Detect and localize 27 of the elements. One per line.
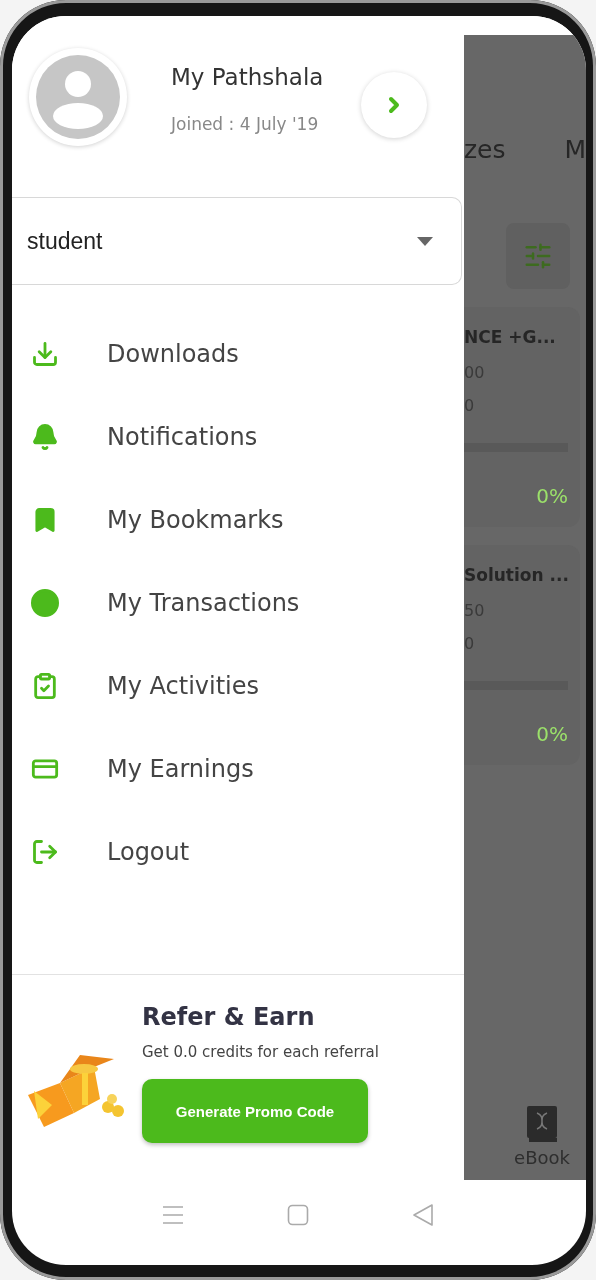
role-dropdown[interactable]: student	[12, 197, 462, 285]
refer-title: Refer & Earn	[142, 1003, 316, 1031]
progress-percent: 0%	[536, 722, 568, 746]
menu-item[interactable]: Downloads	[12, 312, 464, 395]
user-avatar-icon	[35, 54, 121, 140]
card-title: NCE +G...	[464, 326, 557, 349]
menu-item[interactable]: Notifications	[12, 395, 464, 478]
menu-icon[interactable]	[161, 1204, 184, 1225]
home-square-icon[interactable]	[287, 1203, 309, 1226]
back-triangle-icon[interactable]	[412, 1202, 435, 1227]
menu-item[interactable]: My Transactions	[12, 561, 464, 644]
joined-date: Joined : 4 July '19	[171, 114, 320, 134]
sliders-icon	[523, 241, 553, 271]
menu-item[interactable]: Logout	[12, 810, 464, 893]
menu-item[interactable]: My Activities	[12, 644, 464, 727]
menu-item[interactable]: My Earnings	[12, 727, 464, 810]
bell-icon	[30, 421, 60, 452]
menu-item[interactable]: My Bookmarks	[12, 478, 464, 561]
profile-arrow-button[interactable]	[361, 72, 427, 138]
refer-description: Get 0.0 credits for each referral	[142, 1043, 379, 1061]
filter-button[interactable]	[506, 223, 570, 289]
card-title: Solution ...	[464, 564, 570, 587]
progress-percent: 0%	[536, 484, 568, 508]
book-icon	[526, 1105, 558, 1143]
circle-icon	[30, 587, 60, 618]
profile-name: My Pathshala	[171, 63, 325, 92]
dropdown-caret-icon	[417, 236, 433, 246]
